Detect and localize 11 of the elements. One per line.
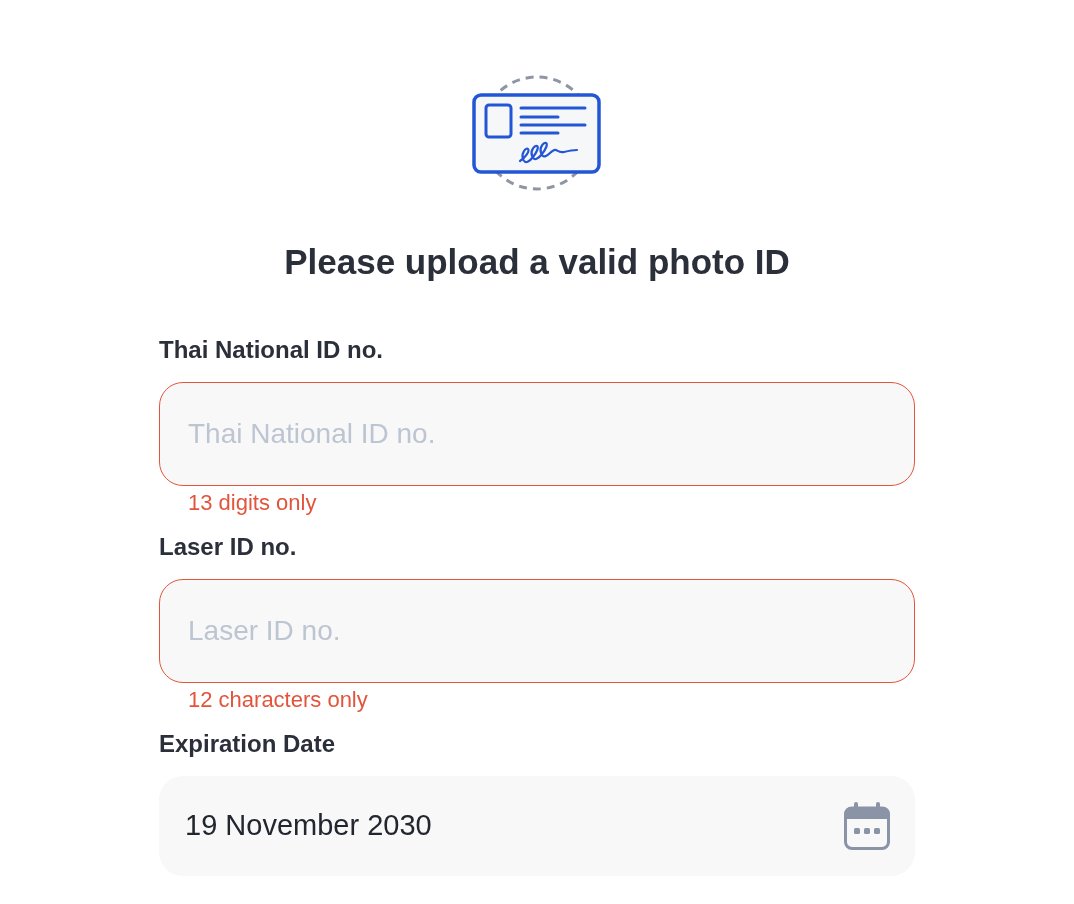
id-card-icon [472, 74, 602, 192]
calendar-icon [843, 802, 891, 850]
input-field[interactable]: Laser ID no. [159, 579, 915, 683]
input-field[interactable]: Thai National ID no. [159, 382, 915, 486]
date-field[interactable]: 19 November 2030 [159, 776, 915, 876]
page-title: Please upload a valid photo ID [284, 242, 790, 282]
field-label: Thai National ID no. [159, 335, 383, 365]
error-message: 12 characters only [188, 687, 368, 713]
field-label: Laser ID no. [159, 532, 297, 562]
error-message: 13 digits only [188, 490, 317, 516]
field-label: Expiration Date [159, 729, 336, 759]
